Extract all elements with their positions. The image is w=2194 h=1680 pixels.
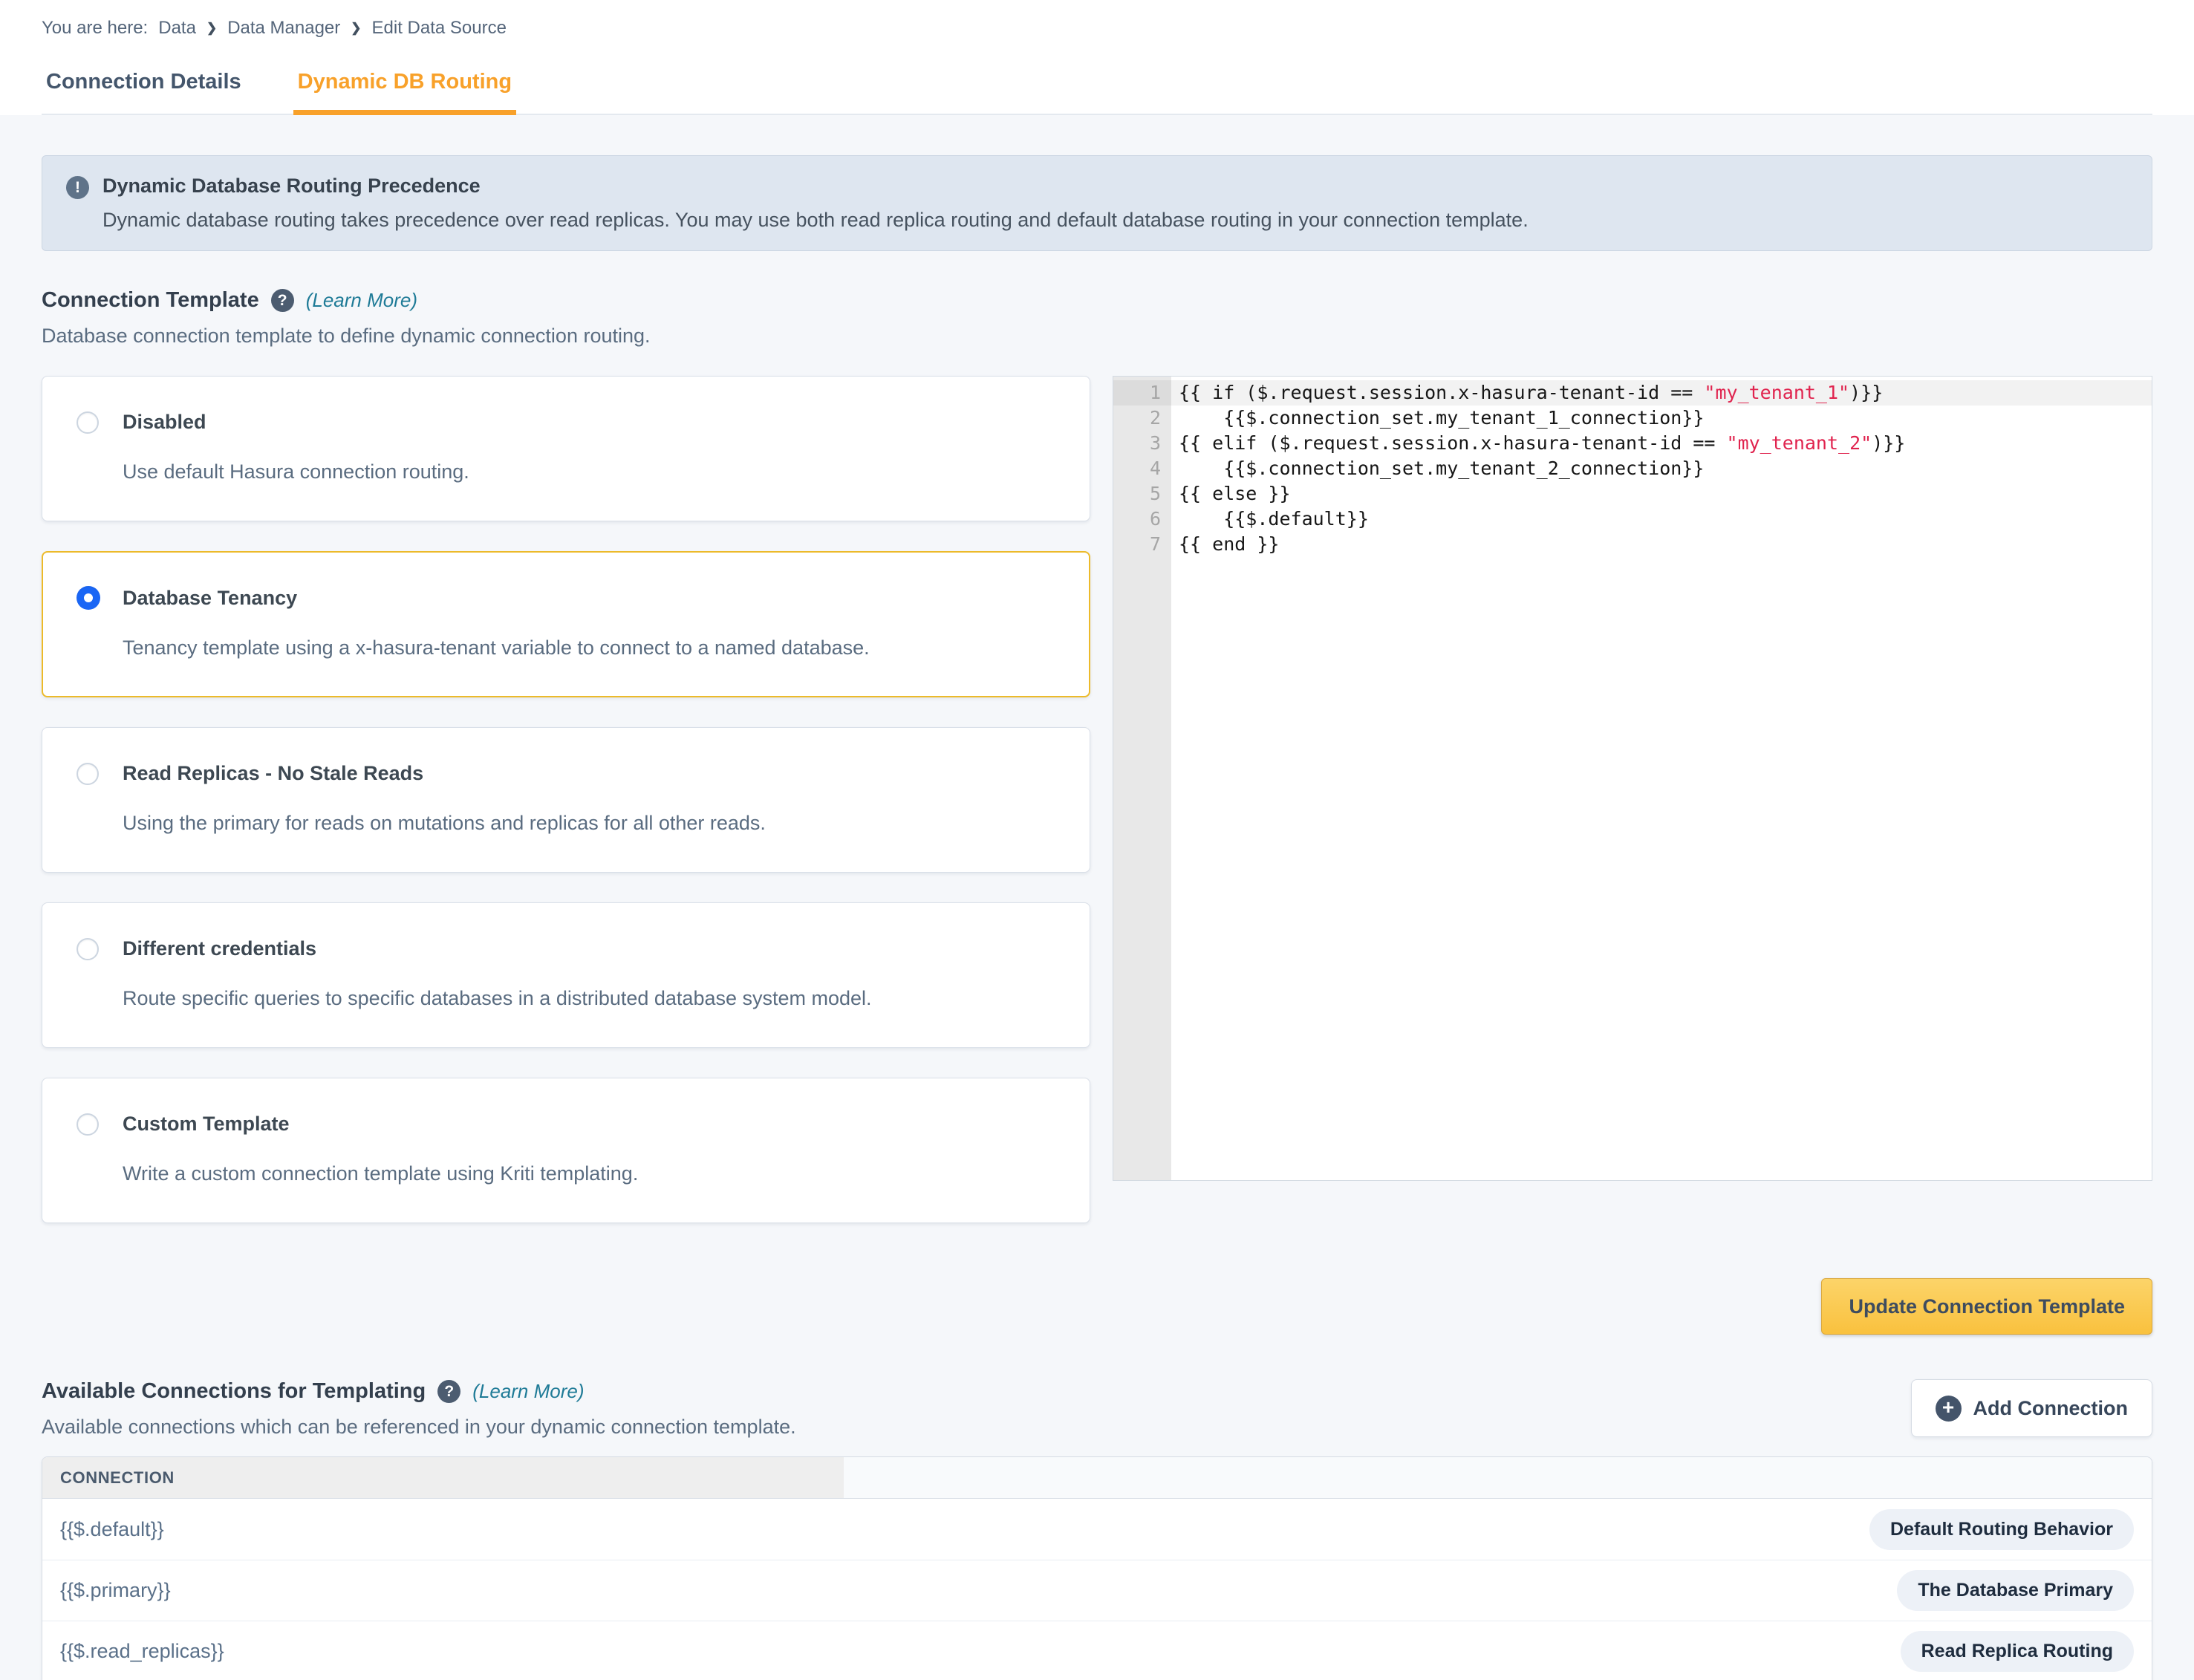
available-connections-title: Available Connections for Templating bbox=[42, 1379, 426, 1403]
breadcrumb: You are here: Data ❯ Data Manager ❯ Edit Dat… bbox=[42, 0, 2152, 39]
breadcrumb-item-data-manager[interactable]: Data Manager bbox=[227, 18, 340, 39]
row-actions: Default Routing Behavior bbox=[1869, 1508, 2134, 1550]
code-line: {{$.connection_set.my_tenant_1_connectio… bbox=[1179, 407, 1705, 429]
option-description: Route specific queries to specific datab… bbox=[123, 987, 872, 1009]
code-row: 4 {{$.connection_set.my_tenant_2_connect… bbox=[1113, 456, 2152, 481]
option-title: Database Tenancy bbox=[123, 586, 298, 609]
help-icon[interactable]: ? bbox=[437, 1380, 461, 1403]
code-editor[interactable]: 1{{ if ($.request.session.x-hasura-tenan… bbox=[1113, 376, 2152, 1181]
radio-custom-template[interactable] bbox=[77, 1113, 99, 1136]
line-number: 2 bbox=[1149, 407, 1161, 429]
connection-template-title: Connection Template bbox=[42, 288, 259, 312]
routing-badge: Read Replica Routing bbox=[1900, 1631, 2134, 1672]
breadcrumb-chevron-icon: ❯ bbox=[351, 21, 362, 35]
line-number: 3 bbox=[1149, 432, 1161, 454]
template-layout: Disabled Use default Hasura connection ro… bbox=[42, 376, 2152, 1253]
line-number: 5 bbox=[1149, 483, 1161, 504]
precedence-banner: ! Dynamic Database Routing Precedence Dy… bbox=[42, 155, 2152, 251]
connections-table: CONNECTION {{$.default}} Default Routing … bbox=[42, 1456, 2152, 1680]
breadcrumb-prefix: You are here: bbox=[42, 18, 149, 38]
table-row: {{$.primary}} The Database Primary bbox=[42, 1560, 2152, 1621]
option-card-custom-template[interactable]: Custom Template Write a custom connection… bbox=[42, 1078, 1090, 1223]
add-connection-button[interactable]: + Add Connection bbox=[1910, 1379, 2152, 1437]
code-line: {{ end }} bbox=[1179, 533, 1280, 555]
available-connections-header: Available Connections for Templating ? (… bbox=[42, 1379, 2152, 1439]
option-title: Read Replicas - No Stale Reads bbox=[123, 762, 424, 784]
top-bar: You are here: Data ❯ Data Manager ❯ Edit Dat… bbox=[0, 0, 2194, 115]
add-connection-label: Add Connection bbox=[1973, 1396, 2128, 1419]
table-row: {{$.read_replicas}} Read Replica Routing bbox=[42, 1621, 2152, 1680]
connection-name: {{$.primary}} bbox=[60, 1579, 171, 1601]
code-row: 6 {{$.default}} bbox=[1113, 507, 2152, 532]
connection-name: {{$.read_replicas}} bbox=[60, 1640, 224, 1662]
connections-table-body: {{$.default}} Default Routing Behavior {{$… bbox=[42, 1499, 2152, 1680]
option-card-disabled[interactable]: Disabled Use default Hasura connection ro… bbox=[42, 376, 1090, 521]
line-number: 6 bbox=[1149, 508, 1161, 530]
radio-read-replicas-no-stale-reads[interactable] bbox=[77, 762, 99, 785]
connection-column-header: CONNECTION bbox=[42, 1457, 844, 1498]
code-line: {{ elif ($.request.session.x-hasura-tena… bbox=[1179, 432, 1906, 454]
info-icon: ! bbox=[66, 176, 89, 199]
content: ! Dynamic Database Routing Precedence Dy… bbox=[0, 115, 2194, 1680]
update-row: Update Connection Template bbox=[42, 1278, 2152, 1335]
code-row: 3 {{ elif ($.request.session.x-hasura-ten… bbox=[1113, 431, 2152, 456]
breadcrumb-chevron-icon: ❯ bbox=[206, 21, 218, 35]
row-actions: Read Replica Routing bbox=[1900, 1631, 2134, 1672]
learn-more-link[interactable]: (Learn More) bbox=[306, 289, 417, 312]
breadcrumb-item-data[interactable]: Data bbox=[158, 18, 196, 39]
code-line: {{ if ($.request.session.x-hasura-tenant… bbox=[1171, 380, 2152, 406]
routing-badge: Default Routing Behavior bbox=[1869, 1508, 2134, 1550]
line-number: 1 bbox=[1113, 380, 1171, 406]
code-lines: 1{{ if ($.request.session.x-hasura-tenan… bbox=[1113, 380, 2152, 557]
radio-disabled[interactable] bbox=[77, 411, 99, 434]
breadcrumb-items: Data ❯ Data Manager ❯ Edit Data Source bbox=[158, 18, 507, 39]
radio-database-tenancy[interactable] bbox=[77, 586, 100, 610]
option-card-read-replicas-no-stale-reads[interactable]: Read Replicas - No Stale Reads Using the … bbox=[42, 727, 1090, 873]
option-description: Using the primary for reads on mutations… bbox=[123, 812, 766, 834]
help-icon[interactable]: ? bbox=[270, 289, 294, 312]
line-number: 7 bbox=[1149, 533, 1161, 555]
option-description: Write a custom connection template using… bbox=[123, 1162, 639, 1185]
line-number: 4 bbox=[1149, 458, 1161, 479]
connection-template-header: Connection Template ? (Learn More) bbox=[42, 288, 2152, 313]
learn-more-link[interactable]: (Learn More) bbox=[472, 1380, 584, 1403]
row-actions: The Database Primary bbox=[1897, 1570, 2134, 1611]
code-line: {{$.default}} bbox=[1179, 508, 1369, 530]
connection-name: {{$.default}} bbox=[60, 1517, 164, 1540]
table-row: {{$.default}} Default Routing Behavior bbox=[42, 1499, 2152, 1560]
code-line: {{ else }} bbox=[1179, 483, 1291, 504]
code-row: 5 {{ else }} bbox=[1113, 481, 2152, 507]
breadcrumb-item-edit-data-source[interactable]: Edit Data Source bbox=[372, 18, 507, 39]
code-row: 2 {{$.connection_set.my_tenant_1_connect… bbox=[1113, 406, 2152, 431]
banner-title: Dynamic Database Routing Precedence bbox=[102, 175, 481, 197]
available-connections-subtitle: Available connections which can be refer… bbox=[42, 1416, 796, 1438]
connection-template-subtitle: Database connection template to define d… bbox=[42, 325, 651, 347]
routing-badge: The Database Primary bbox=[1897, 1570, 2134, 1611]
option-card-database-tenancy[interactable]: Database Tenancy Tenancy template using a… bbox=[42, 551, 1090, 697]
banner-body: Dynamic database routing takes precedenc… bbox=[102, 209, 1529, 231]
option-title: Disabled bbox=[123, 411, 206, 433]
tab-connection-details[interactable]: Connection Details bbox=[42, 61, 246, 114]
option-description: Use default Hasura connection routing. bbox=[123, 460, 469, 483]
code-line: {{$.connection_set.my_tenant_2_connectio… bbox=[1179, 458, 1705, 479]
radio-different-credentials[interactable] bbox=[77, 937, 99, 960]
page: You are here: Data ❯ Data Manager ❯ Edit Dat… bbox=[0, 0, 2194, 1680]
option-card-different-credentials[interactable]: Different credentials Route specific quer… bbox=[42, 902, 1090, 1048]
code-row: 7 {{ end }} bbox=[1113, 532, 2152, 557]
connections-table-header: CONNECTION bbox=[42, 1457, 2152, 1499]
option-title: Custom Template bbox=[123, 1113, 290, 1135]
update-connection-template-button[interactable]: Update Connection Template bbox=[1821, 1278, 2152, 1335]
option-title: Different credentials bbox=[123, 937, 317, 960]
template-options: Disabled Use default Hasura connection ro… bbox=[42, 376, 1090, 1253]
code-row: 1{{ if ($.request.session.x-hasura-tenan… bbox=[1113, 380, 2152, 406]
tab-dynamic-db-routing[interactable]: Dynamic DB Routing bbox=[293, 61, 517, 115]
tab-bar: Connection Details Dynamic DB Routing bbox=[42, 61, 2152, 115]
option-description: Tenancy template using a x-hasura-tenant… bbox=[123, 636, 870, 659]
plus-icon: + bbox=[1935, 1395, 1962, 1422]
